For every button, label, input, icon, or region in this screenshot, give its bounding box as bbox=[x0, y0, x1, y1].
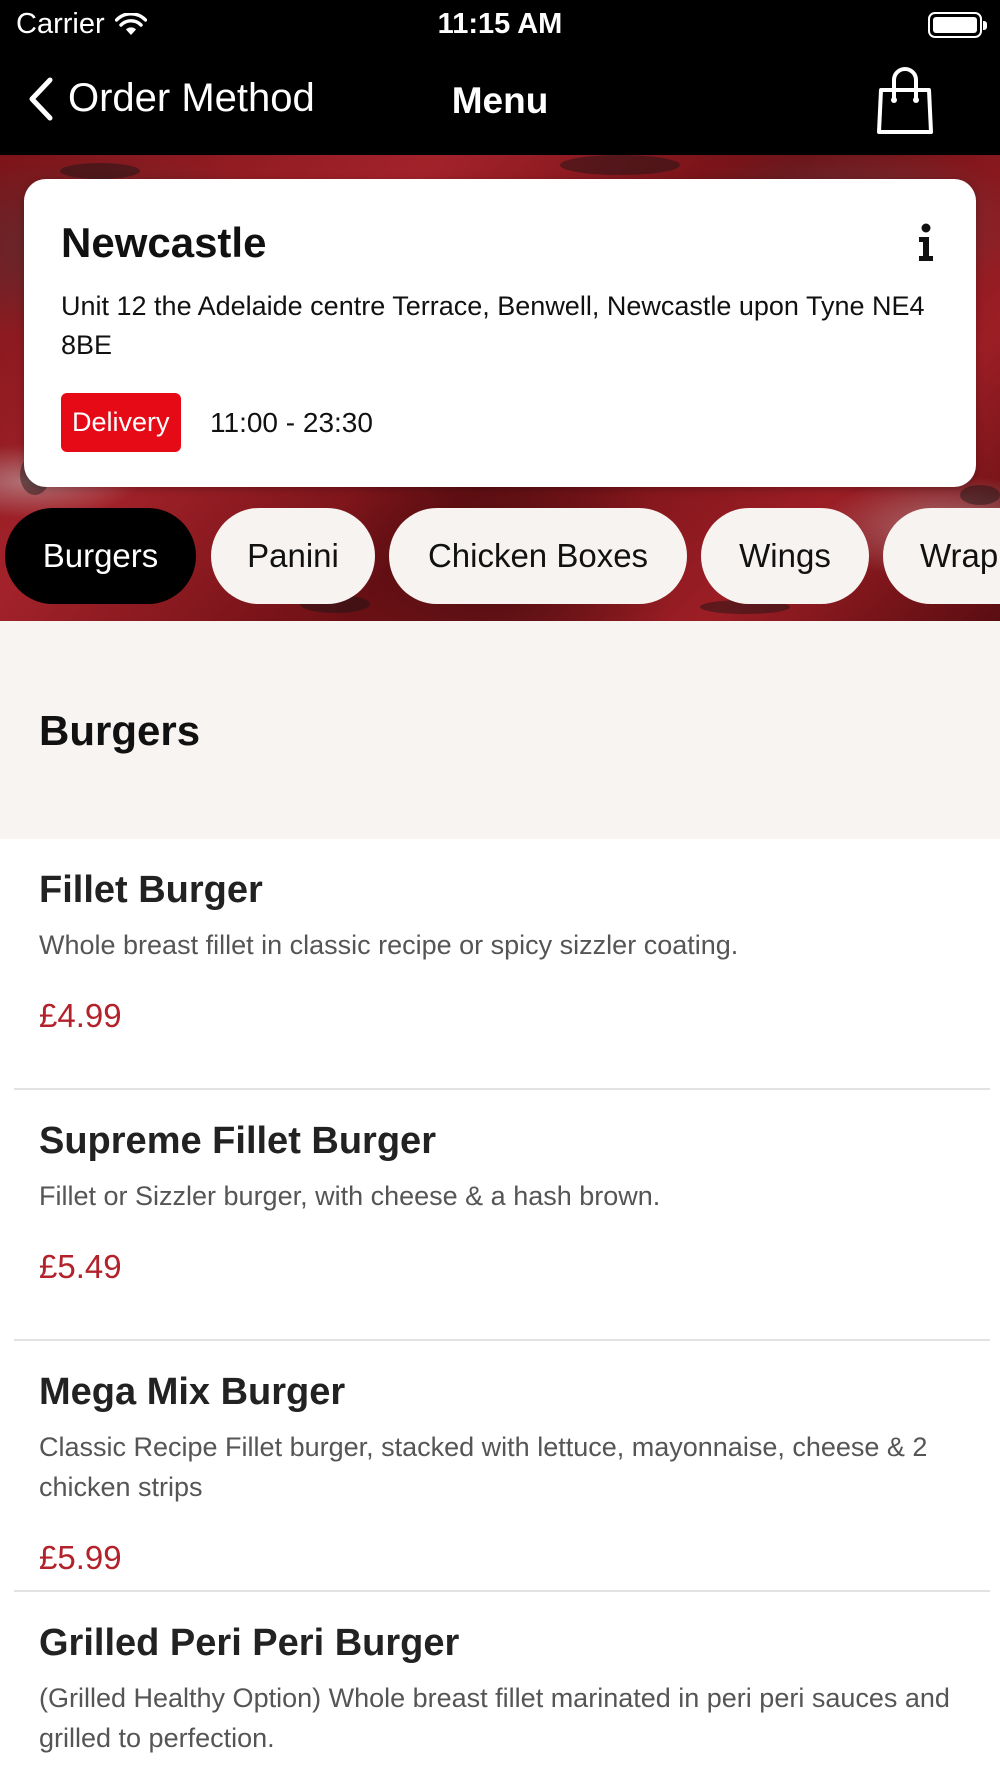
page-title: Menu bbox=[451, 80, 549, 121]
menu-item[interactable]: Grilled Peri Peri Burger (Grilled Health… bbox=[0, 1592, 1000, 1778]
section-header: Burgers bbox=[0, 621, 1000, 839]
store-hours: 11:00 - 23:30 bbox=[210, 407, 373, 438]
item-name: Fillet Burger bbox=[39, 869, 263, 911]
tab-wings[interactable]: Wings bbox=[701, 508, 869, 604]
tab-panini[interactable]: Panini bbox=[211, 508, 375, 604]
category-tabs: Burgers Panini Chicken Boxes Wings Wrap bbox=[0, 508, 1000, 608]
item-description: Whole breast fillet in classic recipe or… bbox=[39, 930, 739, 960]
item-name: Supreme Fillet Burger bbox=[39, 1120, 436, 1162]
item-price: £5.49 bbox=[39, 1248, 122, 1285]
section-title: Burgers bbox=[39, 707, 201, 754]
tab-wrap[interactable]: Wrap bbox=[883, 508, 1000, 604]
menu-item[interactable]: Supreme Fillet Burger Fillet or Sizzler … bbox=[0, 1090, 1000, 1340]
status-time: 11:15 AM bbox=[437, 8, 563, 40]
item-name: Grilled Peri Peri Burger bbox=[39, 1622, 460, 1664]
order-type-badge: Delivery bbox=[61, 393, 181, 452]
tab-burgers[interactable]: Burgers bbox=[5, 508, 196, 604]
item-description: Fillet or Sizzler burger, with cheese & … bbox=[39, 1181, 661, 1211]
tab-chicken-boxes[interactable]: Chicken Boxes bbox=[389, 508, 687, 604]
store-card: Newcastle Unit 12 the Adelaide centre Te… bbox=[24, 179, 976, 487]
shopping-bag-button[interactable] bbox=[876, 66, 934, 136]
item-price: £4.99 bbox=[39, 997, 122, 1034]
item-name: Mega Mix Burger bbox=[39, 1371, 346, 1413]
info-icon bbox=[919, 223, 933, 261]
status-bar: Carrier 11:15 AM bbox=[0, 0, 1000, 50]
store-address: Unit 12 the Adelaide centre Terrace, Ben… bbox=[61, 291, 925, 360]
item-description: Classic Recipe Fillet burger, stacked wi… bbox=[39, 1432, 928, 1502]
item-description: (Grilled Healthy Option) Whole breast fi… bbox=[39, 1683, 950, 1753]
navigation-bar: Order Method Menu bbox=[0, 50, 1000, 155]
item-price: £5.99 bbox=[39, 1539, 122, 1576]
store-hero: Newcastle Unit 12 the Adelaide centre Te… bbox=[0, 155, 1000, 621]
menu-item[interactable]: Mega Mix Burger Classic Recipe Fillet bu… bbox=[0, 1341, 1000, 1591]
store-info-button[interactable] bbox=[916, 223, 936, 263]
shopping-bag-icon bbox=[877, 67, 933, 134]
menu-item[interactable]: Fillet Burger Whole breast fillet in cla… bbox=[0, 839, 1000, 1089]
store-name: Newcastle bbox=[61, 219, 267, 266]
battery-icon bbox=[928, 12, 987, 38]
